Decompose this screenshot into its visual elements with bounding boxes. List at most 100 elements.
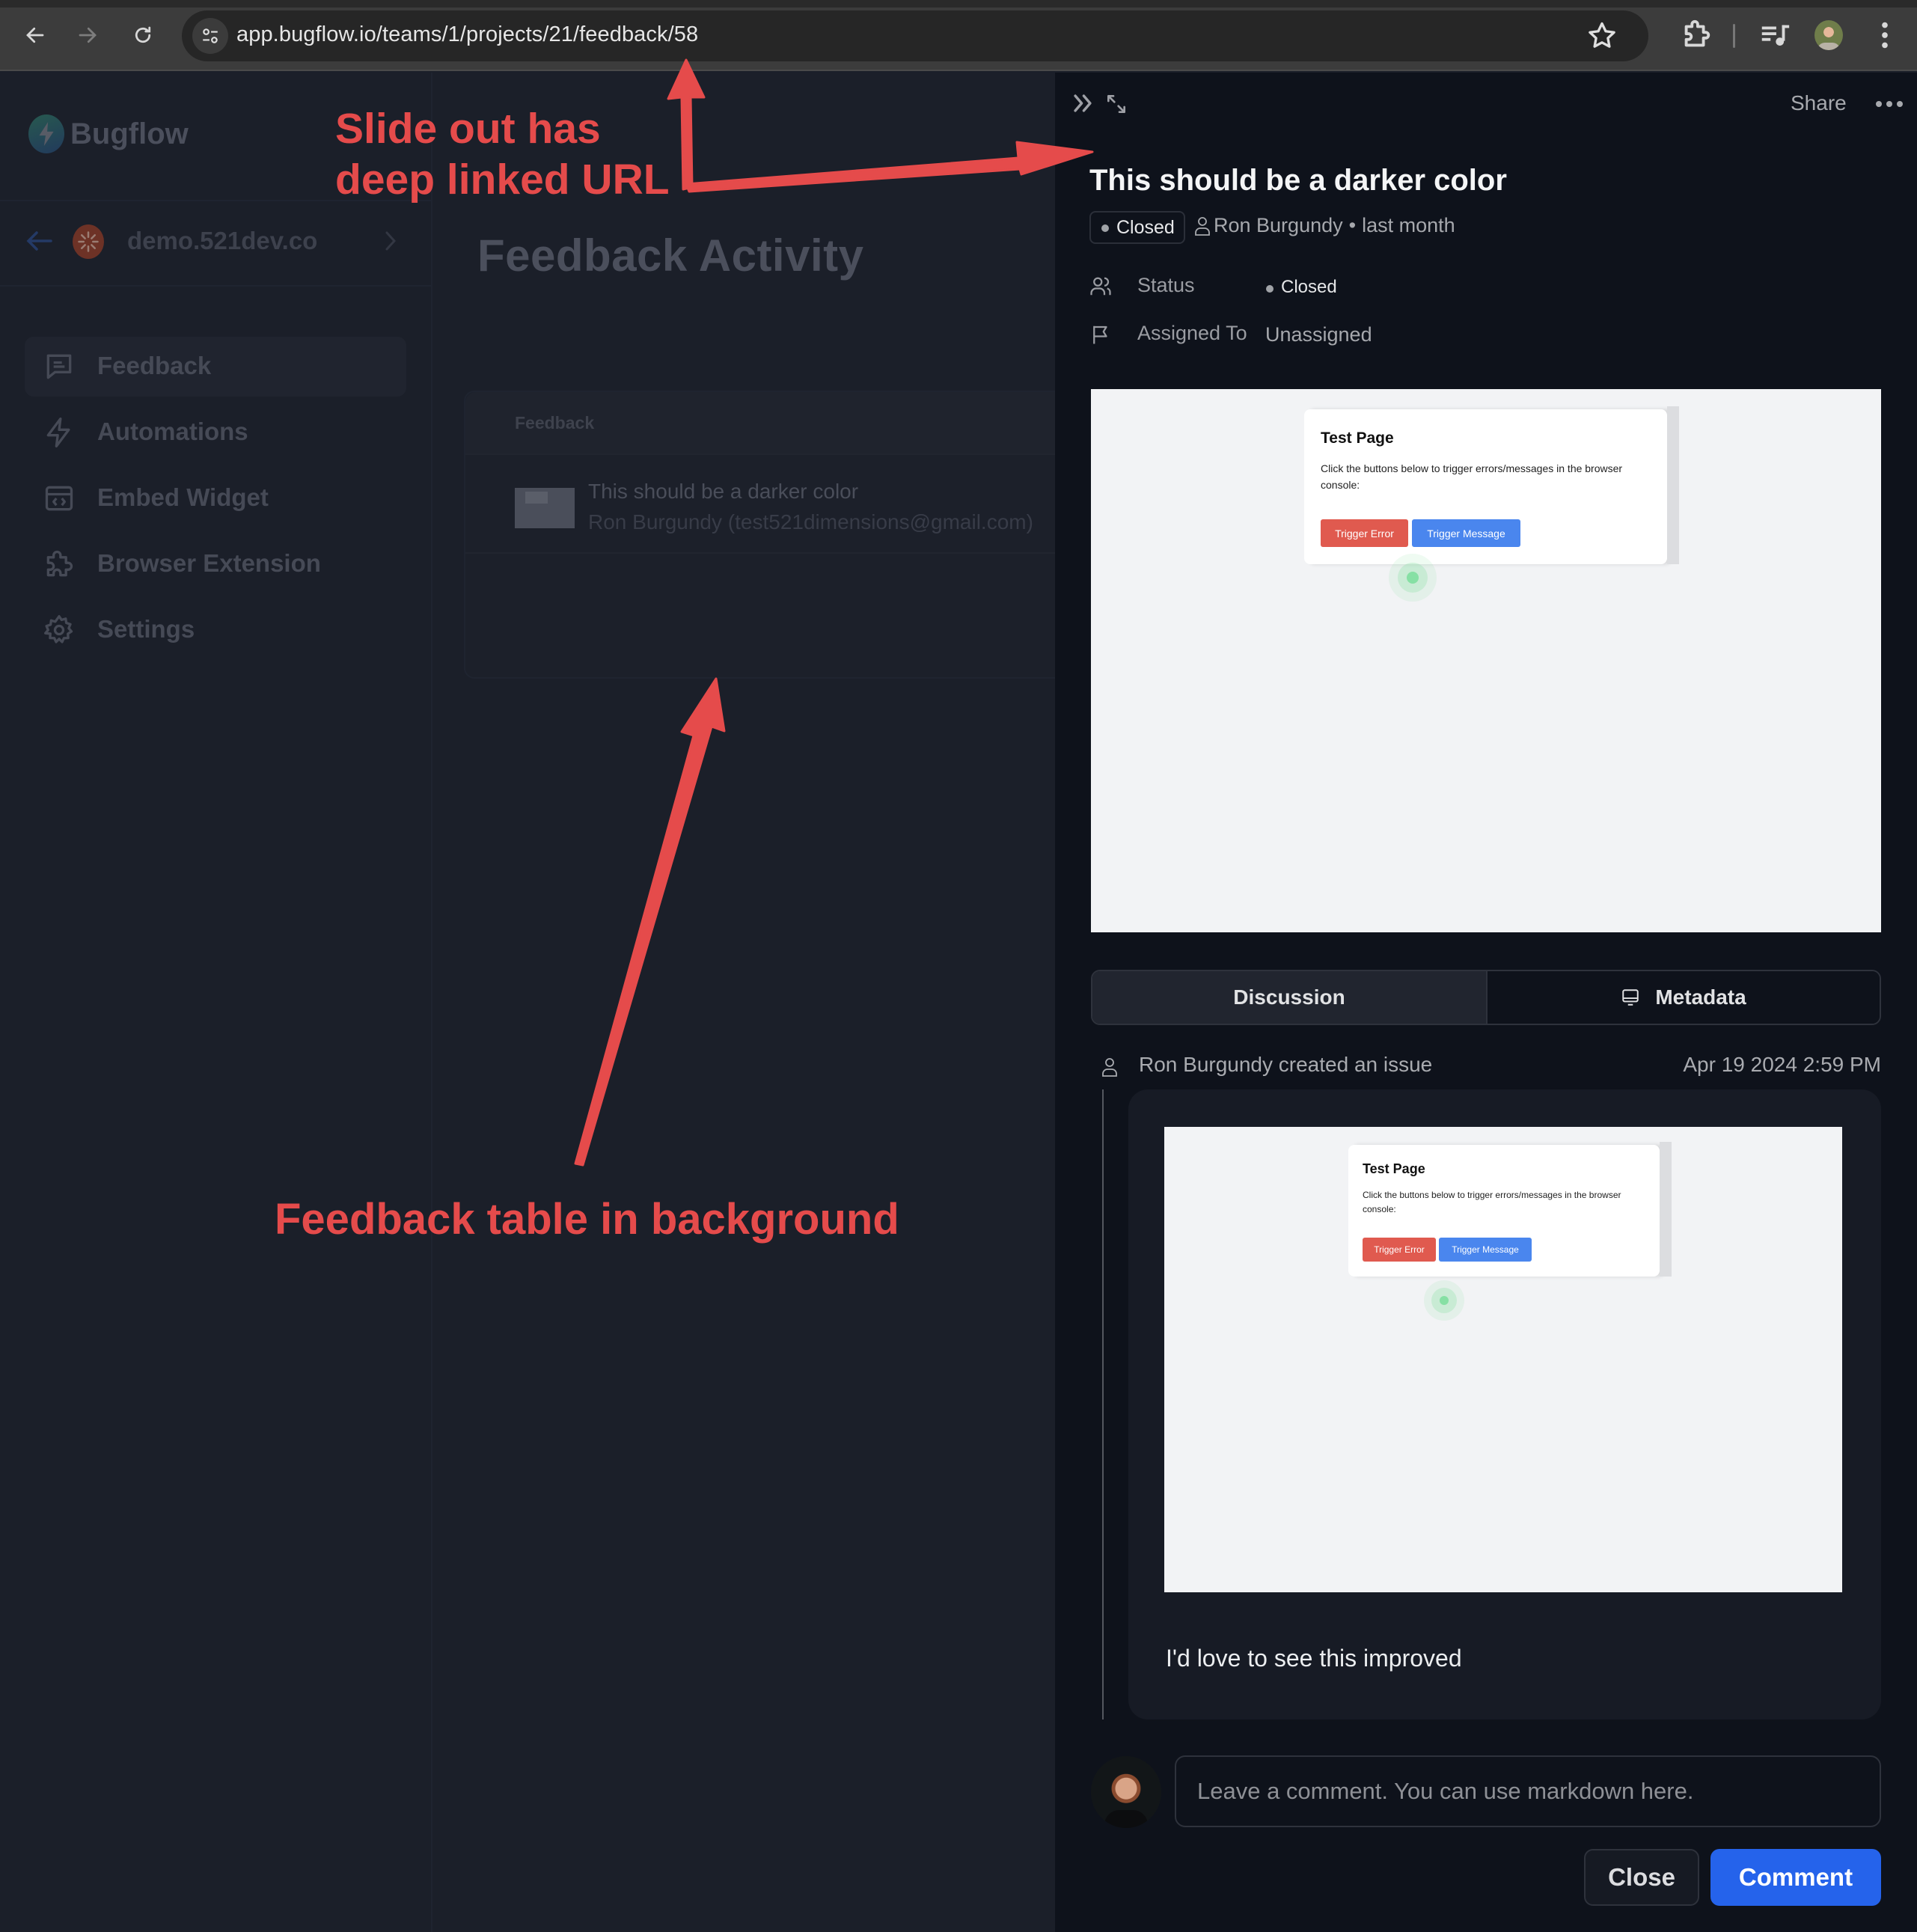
- collapse-panel-icon[interactable]: [1070, 91, 1095, 116]
- screenshot-heading: Test Page: [1363, 1161, 1425, 1176]
- share-button[interactable]: Share: [1791, 91, 1847, 115]
- back-arrow-icon[interactable]: [25, 230, 52, 252]
- tab-discussion[interactable]: Discussion: [1092, 971, 1488, 1024]
- sidebar: Bugflow demo.521dev.co Feedback Automati…: [0, 73, 432, 1932]
- screenshot-trigger-error: Trigger Error: [1321, 519, 1408, 547]
- reload-button[interactable]: [124, 16, 162, 54]
- annotation-line: Slide out has: [335, 105, 601, 153]
- status-badge-label: Closed: [1116, 216, 1175, 238]
- feedback-reporter: Ron Burgundy (test521dimensions@gmail.co…: [588, 510, 1033, 534]
- code-window-icon: [45, 486, 73, 511]
- annotation-deep-link: Slide out has deep linked URL: [335, 103, 670, 205]
- tab-metadata[interactable]: Metadata: [1488, 971, 1880, 1024]
- flag-icon: [1093, 325, 1107, 344]
- sidebar-item-settings[interactable]: Settings: [25, 600, 406, 660]
- sidebar-item-embed-widget[interactable]: Embed Widget: [25, 468, 406, 528]
- forward-button[interactable]: [69, 16, 106, 54]
- property-key: Status: [1137, 274, 1195, 296]
- property-value[interactable]: Closed: [1281, 277, 1337, 298]
- sidebar-item-label: Settings: [97, 615, 195, 643]
- sidebar-item-label: Embed Widget: [97, 483, 269, 511]
- timeline-rail: [1102, 1089, 1104, 1719]
- project-avatar: [73, 224, 104, 259]
- click-marker-icon: [1424, 1280, 1464, 1321]
- tab-label: Discussion: [1233, 985, 1345, 1009]
- activity-entry-header: Ron Burgundy created an issue Apr 19 202…: [1091, 1051, 1881, 1081]
- more-options-icon[interactable]: [1874, 97, 1904, 111]
- comment-text: I'd love to see this improved: [1166, 1645, 1462, 1672]
- table-row[interactable]: This should be a darker color Ron Burgun…: [465, 456, 1055, 554]
- app-backdrop[interactable]: Bugflow demo.521dev.co Feedback Automati…: [0, 73, 1055, 1932]
- address-bar[interactable]: app.bugflow.io/teams/1/projects/21/feedb…: [182, 10, 1648, 61]
- page-title: Feedback Activity: [477, 230, 864, 281]
- feedback-slide-out-panel: Share This should be a darker color Clos…: [1055, 73, 1917, 1932]
- site-info-icon: [203, 28, 218, 43]
- screenshot-body: Click the buttons below to trigger error…: [1321, 462, 1623, 491]
- table-header: Feedback: [465, 392, 1055, 455]
- puzzle-icon: [46, 550, 73, 577]
- profile-avatar[interactable]: [1814, 20, 1843, 50]
- project-switcher[interactable]: demo.521dev.co: [0, 201, 432, 285]
- sidebar-item-feedback[interactable]: Feedback: [25, 337, 406, 397]
- sidebar-item-label: Feedback: [97, 352, 212, 379]
- property-value[interactable]: Unassigned: [1265, 323, 1372, 346]
- extensions-puzzle-icon[interactable]: [1679, 18, 1713, 52]
- feedback-screenshot[interactable]: Test Page Click the buttons below to tri…: [1091, 389, 1881, 932]
- status-dot: [1101, 224, 1109, 232]
- sidebar-divider: [0, 285, 432, 287]
- activity-actor: Ron Burgundy created an issue: [1139, 1053, 1433, 1076]
- column-header-feedback[interactable]: Feedback: [515, 413, 594, 433]
- feedback-thumbnail: [515, 488, 575, 528]
- media-controls-icon[interactable]: [1758, 18, 1792, 52]
- property-assigned-to[interactable]: Assigned To Unassigned: [1089, 320, 1613, 350]
- comment-input[interactable]: [1175, 1755, 1881, 1827]
- annotation-background-table: Feedback table in background: [275, 1195, 899, 1244]
- property-status[interactable]: Status Closed: [1089, 272, 1613, 302]
- expand-fullscreen-icon[interactable]: [1104, 92, 1128, 116]
- monitor-icon: [1622, 989, 1639, 1006]
- feedback-table: Feedback This should be a darker color R…: [464, 391, 1055, 679]
- feedback-title: This should be a darker color: [588, 480, 859, 503]
- tab-strip-edge: [0, 0, 1917, 7]
- click-marker-icon: [1389, 554, 1437, 602]
- screenshot-body: Click the buttons below to trigger error…: [1363, 1190, 1621, 1214]
- author-name: Ron Burgundy: [1214, 214, 1343, 236]
- status-badge[interactable]: Closed: [1089, 211, 1185, 244]
- bookmark-star-icon[interactable]: [1586, 19, 1618, 52]
- gear-icon: [44, 615, 73, 644]
- current-user-avatar: [1091, 1756, 1161, 1828]
- brand-name: Bugflow: [70, 117, 189, 150]
- sidebar-item-label: Browser Extension: [97, 549, 321, 577]
- screenshot-test-page-card: Test Page Click the buttons below to tri…: [1348, 1142, 1672, 1277]
- brand[interactable]: Bugflow: [28, 114, 189, 153]
- sidebar-item-browser-extension[interactable]: Browser Extension: [25, 534, 406, 594]
- users-icon: [1090, 277, 1111, 296]
- forward-arrow-icon: [79, 27, 97, 43]
- screenshot-trigger-message: Trigger Message: [1439, 1238, 1532, 1262]
- kebab-menu-icon[interactable]: [1868, 18, 1902, 52]
- annotation-line: deep linked URL: [335, 156, 670, 204]
- chat-icon: [46, 354, 72, 379]
- screenshot-test-page-card: Test Page Click the buttons below to tri…: [1304, 406, 1679, 564]
- user-icon: [1102, 1058, 1117, 1077]
- back-arrow-icon: [26, 27, 44, 43]
- chevron-right-icon[interactable]: [383, 230, 398, 252]
- reload-icon: [135, 26, 151, 43]
- activity-timestamp: Apr 19 2024 2:59 PM: [1683, 1053, 1881, 1076]
- panel-tabs: Discussion Metadata: [1091, 970, 1881, 1025]
- sidebar-item-automations[interactable]: Automations: [25, 403, 406, 462]
- time-ago: last month: [1362, 214, 1455, 236]
- site-info-button[interactable]: [192, 18, 228, 54]
- project-name: demo.521dev.co: [127, 227, 318, 254]
- user-icon: [1195, 216, 1210, 236]
- status-dot: [1266, 285, 1274, 293]
- close-button[interactable]: Close: [1584, 1849, 1699, 1906]
- comment-screenshot[interactable]: Test Page Click the buttons below to tri…: [1164, 1127, 1842, 1592]
- back-button[interactable]: [16, 16, 54, 54]
- browser-toolbar: app.bugflow.io/teams/1/projects/21/feedb…: [0, 0, 1917, 71]
- url-text[interactable]: app.bugflow.io/teams/1/projects/21/feedb…: [236, 22, 698, 47]
- meta-separator: •: [1348, 214, 1357, 236]
- comment-button[interactable]: Comment: [1710, 1849, 1881, 1906]
- sidebar-item-label: Automations: [97, 418, 248, 445]
- screenshot-trigger-error: Trigger Error: [1363, 1238, 1436, 1262]
